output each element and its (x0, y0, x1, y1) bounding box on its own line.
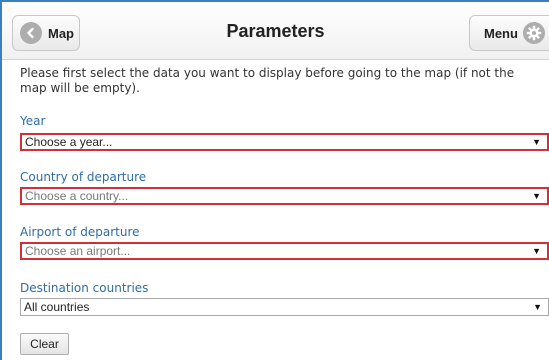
clear-button[interactable]: Clear (20, 333, 69, 355)
country-select-value: Choose a country... (25, 189, 129, 203)
airport-select[interactable]: Choose an airport... ▼ (20, 242, 549, 260)
gear-icon (522, 22, 545, 44)
airport-label: Airport of departure (20, 225, 140, 239)
dropdown-arrow-icon: ▼ (533, 302, 542, 312)
year-label: Year (20, 114, 46, 128)
destination-select-value: All countries (24, 300, 90, 314)
year-select[interactable]: Choose a year... ▼ (20, 133, 549, 151)
header-bar: Map Parameters Menu (2, 2, 549, 60)
destination-label: Destination countries (20, 281, 149, 295)
menu-button[interactable]: Menu (469, 15, 549, 51)
country-select[interactable]: Choose a country... ▼ (20, 187, 549, 205)
dropdown-arrow-icon: ▼ (532, 137, 541, 147)
page-title: Parameters (226, 21, 325, 41)
intro-text: Please first select the data you want to… (20, 66, 515, 95)
dropdown-arrow-icon: ▼ (532, 246, 541, 256)
country-label: Country of departure (20, 170, 147, 184)
destination-select[interactable]: All countries ▼ (20, 298, 549, 316)
airport-select-value: Choose an airport... (25, 244, 131, 258)
menu-button-label: Menu (484, 25, 518, 41)
dropdown-arrow-icon: ▼ (532, 191, 541, 201)
year-select-value: Choose a year... (25, 135, 113, 149)
